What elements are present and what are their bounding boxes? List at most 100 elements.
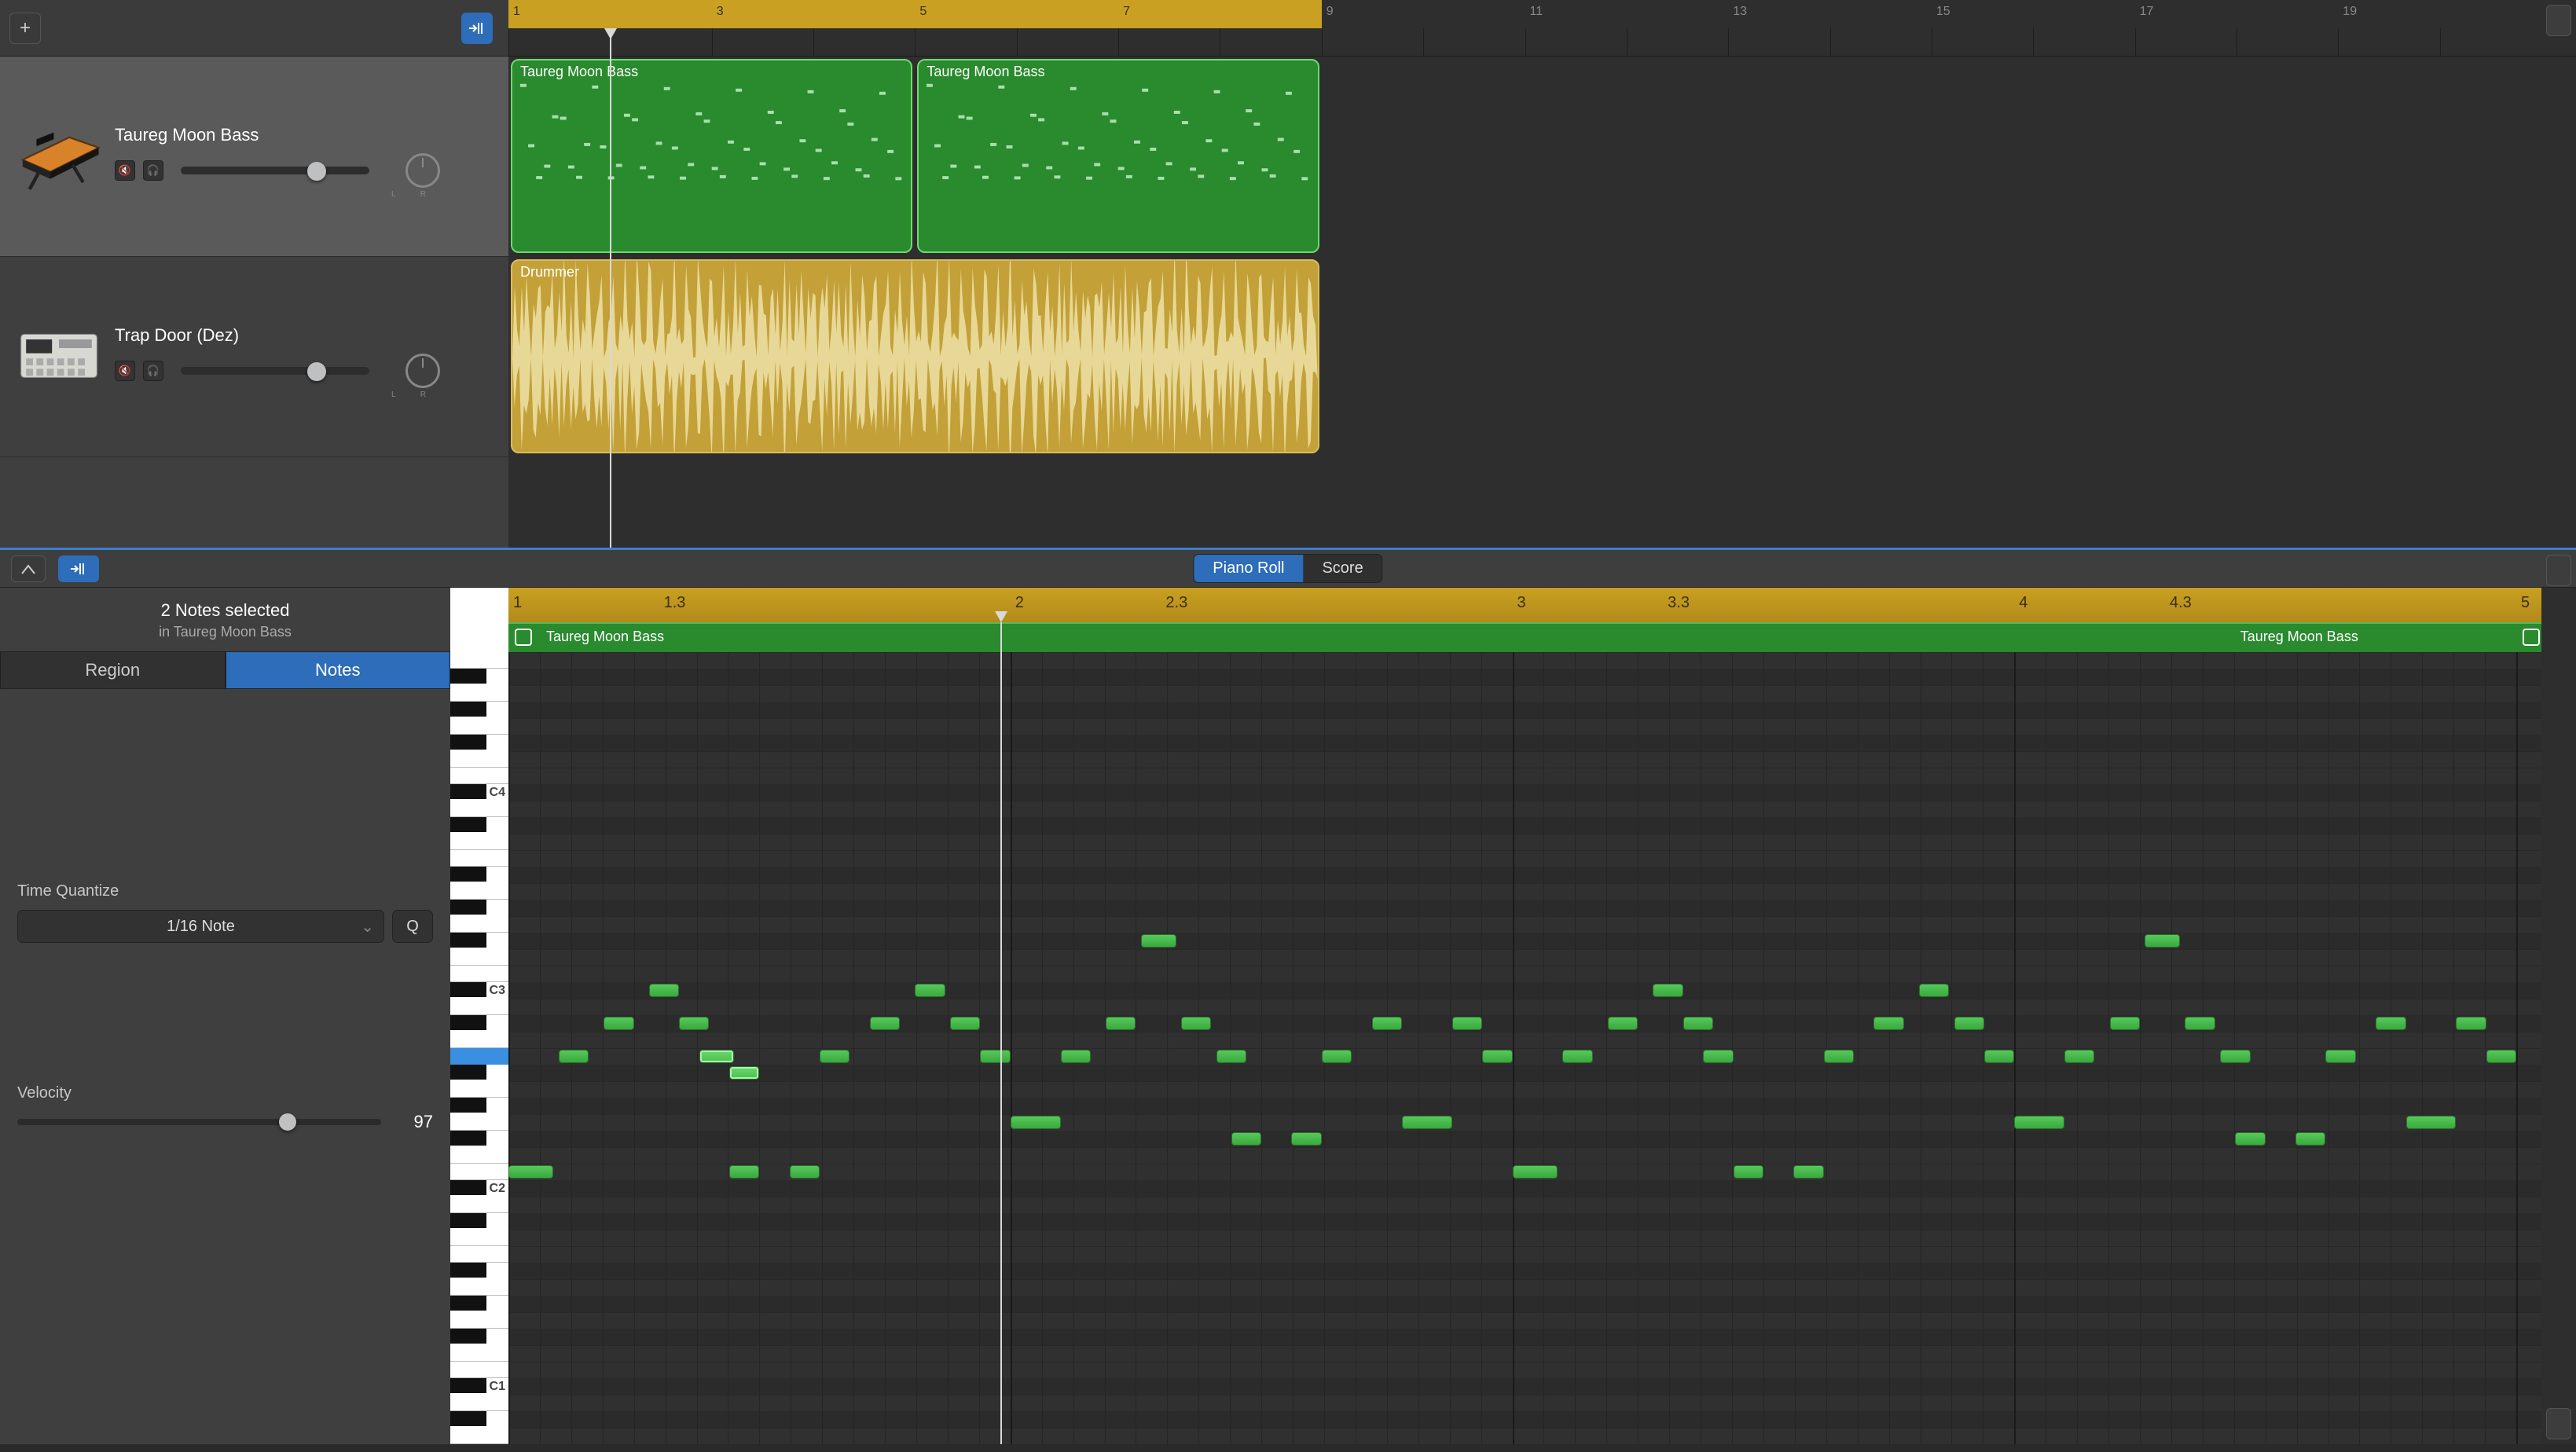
region[interactable]: Taureg Moon Bass [511, 59, 912, 253]
tab-score[interactable]: Score [1303, 555, 1382, 582]
piano-keyboard[interactable]: C4C3C2C1 [450, 588, 508, 1444]
headphone-button[interactable]: 🎧 [143, 160, 163, 181]
volume-slider[interactable] [181, 167, 369, 174]
pan-knob[interactable] [405, 354, 440, 388]
midi-note[interactable] [1181, 1017, 1211, 1030]
mute-button[interactable]: 🔇 [115, 361, 135, 381]
playhead[interactable] [610, 28, 611, 548]
midi-note[interactable] [1984, 1050, 2014, 1063]
midi-note[interactable] [699, 1050, 735, 1063]
tab-notes[interactable]: Notes [226, 651, 451, 689]
volume-slider[interactable] [181, 367, 369, 375]
midi-note[interactable] [1291, 1132, 1321, 1146]
midi-note[interactable] [2014, 1116, 2064, 1129]
arrange-timeline[interactable]: 135791113151719 Taureg Moon BassTaureg M… [508, 0, 2576, 548]
midi-note[interactable] [870, 1017, 900, 1030]
midi-note[interactable] [2406, 1116, 2457, 1129]
midi-note[interactable] [2486, 1050, 2516, 1063]
region-name: Taureg Moon Bass [546, 629, 664, 645]
velocity-slider[interactable] [17, 1119, 381, 1125]
midi-note[interactable] [2110, 1017, 2140, 1030]
midi-note[interactable] [820, 1050, 849, 1063]
midi-note[interactable] [1734, 1165, 1763, 1179]
midi-note[interactable] [1793, 1165, 1823, 1179]
midi-note[interactable] [679, 1017, 709, 1030]
inspector-title: 2 Notes selected [0, 588, 450, 624]
midi-note[interactable] [2145, 934, 2180, 948]
midi-note[interactable] [1562, 1050, 1592, 1063]
mute-button[interactable]: 🔇 [115, 160, 135, 181]
midi-note[interactable] [1106, 1017, 1136, 1030]
region[interactable]: Drummer [511, 259, 1319, 453]
midi-note[interactable] [980, 1050, 1010, 1063]
midi-note[interactable] [729, 1066, 759, 1080]
midi-note[interactable] [2376, 1017, 2405, 1030]
midi-note[interactable] [1954, 1017, 1984, 1030]
midi-note[interactable] [604, 1017, 633, 1030]
midi-note[interactable] [915, 984, 945, 997]
tab-region[interactable]: Region [0, 651, 226, 689]
track-name: Trap Door (Dez) [115, 325, 493, 346]
midi-note[interactable] [2185, 1017, 2215, 1030]
midi-note[interactable] [649, 984, 679, 997]
midi-note[interactable] [2064, 1050, 2094, 1063]
midi-note[interactable] [1683, 1017, 1713, 1030]
midi-note[interactable] [2220, 1050, 2250, 1063]
scroll-gutter [2541, 588, 2576, 1444]
midi-note[interactable] [1231, 1132, 1261, 1146]
midi-note[interactable] [1513, 1165, 1558, 1179]
collapse-icon [21, 563, 35, 574]
midi-note[interactable] [1919, 984, 1949, 997]
midi-note[interactable] [2325, 1050, 2355, 1063]
midi-note[interactable] [1402, 1116, 1452, 1129]
pan-knob[interactable] [405, 153, 440, 188]
quantize-button[interactable]: Q [392, 910, 433, 943]
midi-note[interactable] [1703, 1050, 1733, 1063]
midi-note[interactable] [1482, 1050, 1512, 1063]
catch-playhead-editor-button[interactable] [58, 556, 99, 582]
key-label: C2 [490, 1182, 505, 1196]
midi-note[interactable] [2235, 1132, 2265, 1146]
loop-icon [2523, 629, 2540, 646]
beat-ruler[interactable]: 11.322.333.344.35 [508, 588, 2541, 622]
midi-note[interactable] [1141, 934, 1176, 948]
midi-note[interactable] [1608, 1017, 1638, 1030]
collapse-editor-button[interactable] [11, 556, 46, 582]
piano-roll-grid[interactable]: 11.322.333.344.35 Taureg Moon BassTaureg… [508, 588, 2541, 1444]
quantize-select[interactable]: 1/16 Note ⌄ [17, 910, 384, 943]
midi-note[interactable] [1061, 1050, 1091, 1063]
midi-note[interactable] [1824, 1050, 1854, 1063]
midi-note[interactable] [1216, 1050, 1246, 1063]
midi-note[interactable] [2456, 1017, 2486, 1030]
loop-icon [515, 629, 532, 646]
bar-ruler-minor[interactable] [508, 28, 2576, 57]
zoom-handle[interactable] [2546, 5, 2571, 36]
midi-note[interactable] [508, 1165, 553, 1179]
midi-note[interactable] [950, 1017, 980, 1030]
region[interactable]: Taureg Moon Bass [917, 59, 1319, 253]
bar-ruler[interactable]: 135791113151719 [508, 0, 2576, 28]
midi-note[interactable] [559, 1050, 589, 1063]
tab-piano-roll[interactable]: Piano Roll [1194, 555, 1303, 582]
catch-playhead-button[interactable] [461, 13, 493, 44]
midi-note[interactable] [1011, 1116, 1061, 1129]
track-row[interactable]: Taureg Moon Bass 🔇 🎧 LR [0, 57, 508, 257]
midi-note[interactable] [1653, 984, 1682, 997]
key-label: C3 [490, 984, 505, 998]
midi-note[interactable] [1452, 1017, 1482, 1030]
region-area[interactable]: Taureg Moon BassTaureg Moon BassDrummer [508, 57, 2576, 548]
midi-note[interactable] [729, 1165, 759, 1179]
midi-note[interactable] [790, 1165, 820, 1179]
zoom-handle[interactable] [2546, 1408, 2571, 1439]
region-header-bar[interactable]: Taureg Moon BassTaureg Moon Bass [508, 622, 2541, 652]
midi-note[interactable] [2295, 1132, 2325, 1146]
midi-note[interactable] [1873, 1017, 1903, 1030]
playhead[interactable] [1000, 622, 1002, 1444]
headphone-button[interactable]: 🎧 [143, 361, 163, 381]
track-row[interactable]: Trap Door (Dez) 🔇 🎧 LR [0, 257, 508, 457]
zoom-handle[interactable] [2546, 555, 2571, 586]
add-track-button[interactable]: + [9, 13, 41, 44]
midi-note[interactable] [1322, 1050, 1352, 1063]
midi-note[interactable] [1372, 1017, 1402, 1030]
editor-view-segmented: Piano Roll Score [1193, 554, 1382, 583]
